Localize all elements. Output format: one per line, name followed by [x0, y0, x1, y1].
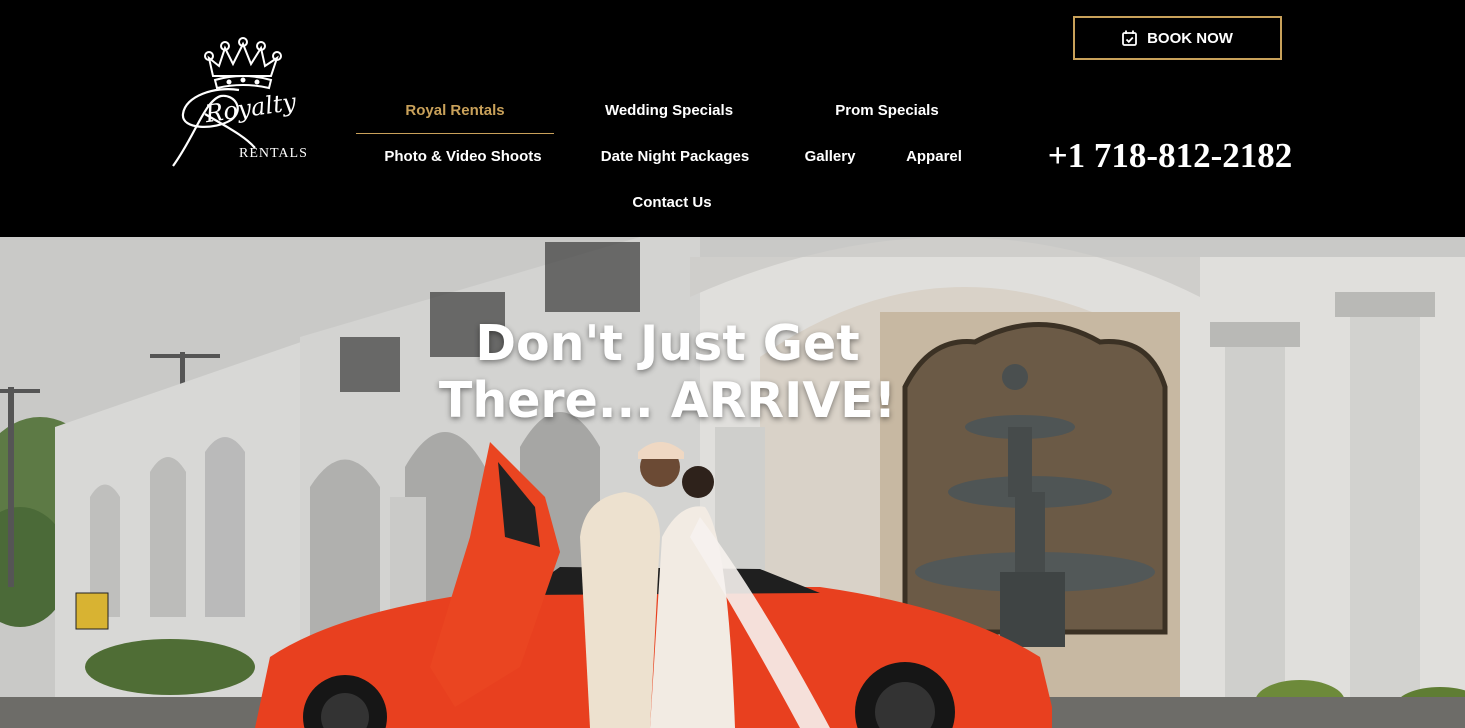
hero-headline-line-1: Don't Just Get [475, 315, 860, 372]
calendar-check-icon [1122, 30, 1137, 46]
royalty-rentals-logo[interactable]: Royalty RENTALS [165, 36, 320, 172]
nav-contact-us[interactable]: Contact Us [612, 194, 732, 211]
nav-photo-video-shoots[interactable]: Photo & Video Shoots [366, 148, 560, 165]
site-header: Royalty RENTALS Royal Rentals Wedding Sp… [0, 0, 1465, 237]
logo-sub-text: RENTALS [239, 146, 308, 161]
book-now-button[interactable]: BOOK NOW [1073, 16, 1282, 60]
nav-apparel[interactable]: Apparel [894, 148, 974, 165]
nav-prom-specials[interactable]: Prom Specials [812, 102, 962, 119]
nav-active-underline [356, 133, 554, 134]
hero-headline: Don't Just Get There... ARRIVE! [380, 315, 955, 429]
hero-headline-line-2: There... ARRIVE! [438, 372, 897, 429]
book-now-label: BOOK NOW [1147, 29, 1233, 47]
nav-date-night-packages[interactable]: Date Night Packages [584, 148, 766, 165]
phone-number[interactable]: +1 718-812-2182 [1046, 136, 1294, 176]
hero-banner: Don't Just Get There... ARRIVE! [0, 237, 1465, 728]
nav-royal-rentals[interactable]: Royal Rentals [356, 102, 554, 119]
nav-gallery[interactable]: Gallery [795, 148, 865, 165]
hero-background-image [0, 237, 1465, 728]
nav-wedding-specials[interactable]: Wedding Specials [585, 102, 753, 119]
